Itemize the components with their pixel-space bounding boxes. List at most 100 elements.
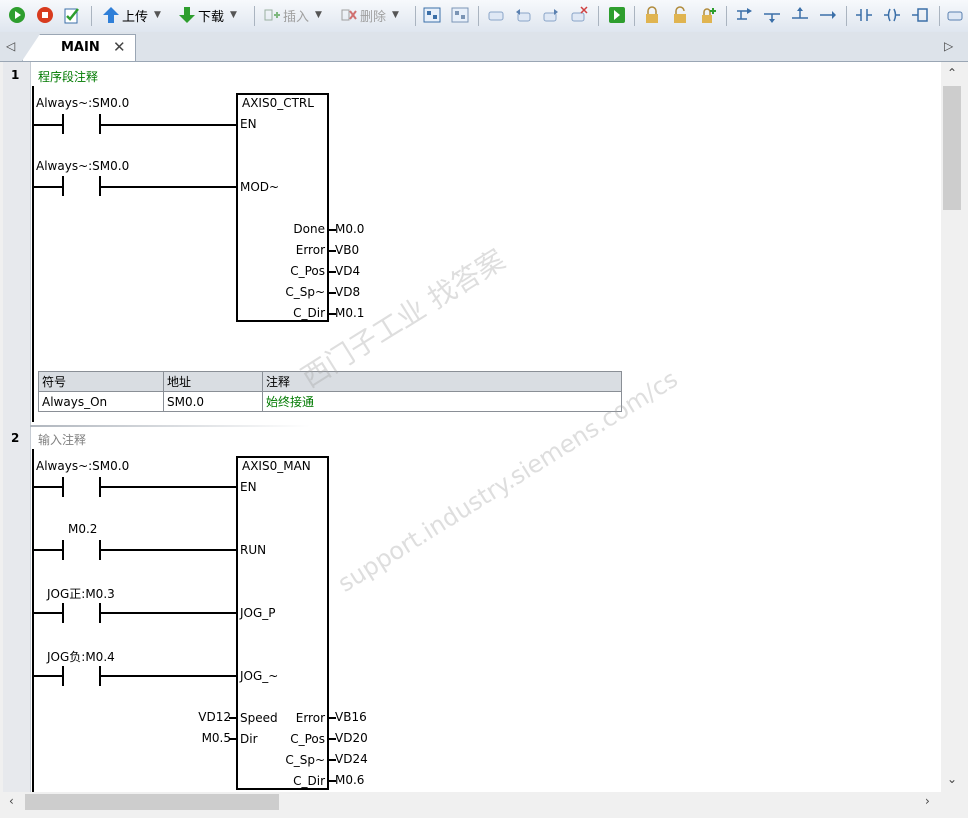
tab-bar: ◁ MAIN ✕ ▷	[0, 32, 968, 62]
delete-icon	[341, 9, 357, 21]
network-number: 1	[11, 68, 20, 82]
output-value[interactable]: M0.0	[335, 222, 364, 236]
network-comment[interactable]: 输入注释	[38, 431, 86, 448]
input-pin: MOD~	[240, 180, 280, 194]
branch-icon[interactable]	[735, 6, 753, 24]
block-title: AXIS0_MAN	[242, 459, 311, 473]
lock-icon[interactable]	[643, 6, 661, 24]
scroll-down-icon[interactable]: ⌄	[947, 772, 957, 786]
contact-left-bar[interactable]	[62, 114, 64, 134]
contact-label: M0.2	[68, 522, 98, 536]
comment-header: 注释	[262, 371, 622, 392]
delete-dropdown-icon[interactable]: ▼	[392, 10, 399, 20]
upload-arrow-icon	[103, 7, 119, 23]
tab-main[interactable]: MAIN ✕	[22, 34, 136, 61]
output-pin: C_Pos	[290, 264, 325, 278]
output-value[interactable]: VD20	[335, 731, 368, 745]
function-block[interactable]: AXIS0_CTRL EN MOD~ Done Error C_Pos C_Sp…	[236, 93, 329, 322]
input-value[interactable]: VD12	[198, 710, 231, 724]
undo-icon[interactable]	[514, 6, 532, 24]
contact-icon[interactable]	[855, 6, 873, 24]
compile-icon[interactable]	[63, 6, 81, 24]
unlock-icon[interactable]	[671, 6, 689, 24]
coil-icon[interactable]	[883, 6, 901, 24]
input-pin: RUN	[240, 543, 267, 557]
input-pin: EN	[240, 117, 257, 131]
symbol-header: 符号	[38, 371, 164, 392]
line-down-icon[interactable]	[763, 6, 781, 24]
contact-left-bar[interactable]	[62, 666, 64, 686]
box-insert-icon[interactable]	[911, 6, 929, 24]
output-pin: Error	[295, 711, 325, 725]
output-value[interactable]: M0.6	[335, 773, 364, 787]
vertical-scrollbar[interactable]: ⌃ ⌄	[941, 62, 965, 792]
insert-button[interactable]: 插入 ▼	[263, 4, 322, 26]
block-title: AXIS0_CTRL	[242, 96, 314, 110]
input-pin: Speed	[240, 711, 278, 725]
output-pin: C_Dir	[293, 306, 325, 320]
network-view-icon[interactable]	[451, 6, 469, 24]
horizontal-scrollbar[interactable]: ‹ ›	[3, 792, 941, 812]
scroll-left-icon[interactable]: ‹	[9, 794, 14, 808]
network-number: 2	[11, 431, 20, 445]
box-icon[interactable]	[487, 6, 505, 24]
line-up-icon[interactable]	[791, 6, 809, 24]
address-cell[interactable]: SM0.0	[163, 391, 263, 412]
more-tools-icon[interactable]	[946, 6, 964, 24]
output-pin: C_Dir	[293, 774, 325, 788]
input-value[interactable]: M0.5	[202, 731, 231, 745]
download-label: 下载	[198, 9, 225, 25]
contact-left-bar[interactable]	[62, 603, 64, 623]
insert-label: 插入	[283, 9, 310, 25]
tab-scroll-left-icon[interactable]: ◁	[6, 39, 15, 53]
upload-button[interactable]: 上传 ▼	[102, 4, 161, 26]
contact-left-bar[interactable]	[62, 540, 64, 560]
insert-icon	[264, 9, 280, 21]
table-row[interactable]: Always_On SM0.0 始终接通	[38, 391, 622, 412]
contact-left-bar[interactable]	[62, 477, 64, 497]
output-value[interactable]: VD4	[335, 264, 360, 278]
comment-cell[interactable]: 始终接通	[262, 391, 622, 412]
network-comment[interactable]: 程序段注释	[38, 68, 98, 85]
stop-icon[interactable]	[36, 6, 54, 24]
horizontal-scroll-thumb[interactable]	[25, 794, 279, 810]
output-pin: C_Sp~	[285, 285, 325, 299]
upload-dropdown-icon[interactable]: ▼	[154, 10, 161, 20]
output-value[interactable]: M0.1	[335, 306, 364, 320]
output-value[interactable]: VB16	[335, 710, 367, 724]
contact-label: Always~:SM0.0	[36, 159, 130, 173]
scroll-up-icon[interactable]: ⌃	[947, 66, 957, 80]
function-block[interactable]: AXIS0_MAN EN RUN JOG_P JOG_~ Speed Dir E…	[236, 456, 329, 790]
contact-label: Always~:SM0.0	[36, 96, 130, 110]
line-right-icon[interactable]	[819, 6, 837, 24]
output-pin: C_Sp~	[285, 753, 325, 767]
output-value[interactable]: VD24	[335, 752, 368, 766]
ladder-editor[interactable]: 1 程序段注释 Always~:SM0.0 Always~:SM0.0 AXIS…	[3, 62, 941, 792]
scroll-right-icon[interactable]: ›	[925, 794, 930, 808]
output-value[interactable]: VD8	[335, 285, 360, 299]
power-rail	[32, 449, 34, 792]
output-pin: C_Pos	[290, 732, 325, 746]
input-pin: JOG_~	[240, 669, 279, 683]
insert-dropdown-icon[interactable]: ▼	[315, 10, 322, 20]
output-value[interactable]: VB0	[335, 243, 359, 257]
contact-left-bar[interactable]	[62, 176, 64, 196]
contact-label: JOG正:M0.3	[47, 587, 115, 601]
redo-icon[interactable]	[542, 6, 560, 24]
vertical-scroll-thumb[interactable]	[943, 86, 961, 210]
symbol-cell[interactable]: Always_On	[38, 391, 164, 412]
network-gutter	[3, 62, 31, 792]
input-pin: Dir	[240, 732, 258, 746]
go-to-icon[interactable]	[608, 6, 626, 24]
contact-label: JOG负:M0.4	[47, 650, 115, 664]
lock-add-icon[interactable]	[700, 6, 718, 24]
delete-button[interactable]: 删除 ▼	[340, 4, 399, 26]
network-insert-icon[interactable]	[423, 6, 441, 24]
network-divider	[30, 425, 310, 427]
download-dropdown-icon[interactable]: ▼	[230, 10, 237, 20]
download-button[interactable]: 下载 ▼	[178, 4, 237, 26]
clear-icon[interactable]	[570, 6, 588, 24]
tab-close-icon[interactable]: ✕	[113, 38, 126, 56]
tab-scroll-right-icon[interactable]: ▷	[944, 39, 953, 53]
run-icon[interactable]	[8, 6, 26, 24]
